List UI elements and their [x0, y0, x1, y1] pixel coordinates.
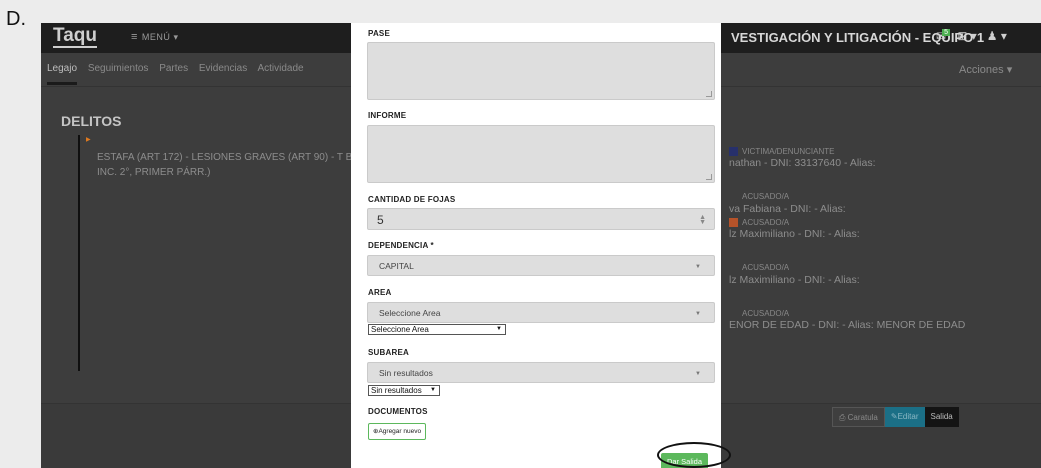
add-document-label: Agregar nuevo: [378, 428, 422, 435]
party-role-text: ACUSADO/A: [742, 308, 790, 318]
timeline-marker-icon: ▶: [86, 137, 91, 143]
caratula-button[interactable]: ⎙ Caratula: [832, 407, 885, 427]
hamburger-icon: ≡: [131, 31, 138, 43]
delito-description: ESTAFA (ART 172) - LESIONES GRAVES (ART …: [97, 152, 365, 178]
party-item: ACUSADO/A lz Maximiliano - DNI: - Alias:: [729, 263, 1029, 286]
dar-salida-modal: PASE INFORME CANTIDAD DE FOJAS 5 ▲ ▼ DEPE…: [351, 23, 721, 468]
role-tag-icon: [729, 147, 738, 157]
area-select[interactable]: Seleccione Area ▼: [367, 302, 715, 323]
area-label: AREA: [368, 288, 392, 297]
menu-label: MENÚ: [141, 32, 171, 42]
actions-label: Acciones: [959, 64, 1004, 76]
party-role-text: ACUSADO/A: [742, 263, 790, 273]
role-tag-icon: [729, 193, 738, 202]
tab-legajo[interactable]: Legajo: [47, 63, 78, 85]
edit-icon: ✎: [890, 412, 898, 421]
actions-dropdown[interactable]: Acciones ▾: [959, 63, 1012, 76]
fojas-label: CANTIDAD DE FOJAS: [368, 195, 456, 204]
top-icons: ✉5 ⊞ ▾ ♟ ▾: [936, 29, 1007, 43]
party-role-text: VICTIMA/DENUNCIANTE: [742, 147, 835, 156]
party-item: ACUSADO/A va Fabiana - DNI: - Alias:: [729, 192, 1029, 215]
party-item: VICTIMA/DENUNCIANTE nathan - DNI: 331376…: [729, 147, 1029, 170]
chevron-down-icon: ▼: [695, 371, 701, 377]
figure-letter: D.: [6, 8, 26, 30]
party-name: lz Maximiliano - DNI: - Alias:: [729, 273, 860, 286]
plus-square-icon[interactable]: ⊞ ▾: [957, 29, 976, 43]
delitos-heading: DELITOS: [61, 113, 122, 129]
notification-badge: 5: [942, 29, 950, 36]
subarea-value: Sin resultados: [379, 368, 433, 378]
fojas-value: 5: [377, 213, 384, 227]
tab-seguimientos[interactable]: Seguimientos: [88, 63, 149, 74]
role-tag-icon: [729, 218, 738, 228]
chevron-down-icon: ▼: [430, 387, 436, 393]
print-icon: ⎙: [839, 413, 846, 422]
tabs: Legajo Seguimientos Partes Evidencias Ac…: [47, 63, 312, 85]
screenshot-stage: D. Taqu ≡ MENÚ ▾ VESTIGACIÓN Y LITIGACIÓN…: [0, 0, 1041, 468]
tab-evidencias[interactable]: Evidencias: [199, 63, 247, 74]
chevron-down-icon: ▼: [695, 264, 701, 270]
informe-textarea[interactable]: [367, 125, 715, 183]
salida-button[interactable]: Salida: [924, 407, 959, 427]
editar-label: Editar: [897, 412, 919, 421]
area-native-value: Seleccione Area: [371, 325, 429, 334]
footer-buttons: ⎙ Caratula ✎Editar Salida: [832, 407, 959, 427]
caratula-label: Caratula: [847, 413, 878, 422]
subarea-native-select[interactable]: Sin resultados ▼: [368, 385, 440, 396]
documentos-label: DOCUMENTOS: [368, 407, 428, 416]
chevron-down-icon: ▼: [695, 311, 701, 317]
dependencia-select[interactable]: CAPITAL ▼: [367, 255, 715, 276]
pase-textarea[interactable]: [367, 42, 715, 100]
menu-button[interactable]: ≡ MENÚ ▾: [131, 31, 178, 43]
app-logo: Taqu: [53, 25, 97, 48]
party-name: va Fabiana - DNI: - Alias:: [729, 202, 846, 215]
chevron-down-icon: ▾: [173, 32, 179, 42]
timeline-line: [78, 135, 80, 371]
dependencia-value: CAPITAL: [379, 261, 414, 271]
subarea-label: SUBAREA: [368, 348, 409, 357]
party-role: ACUSADO/A: [729, 309, 1029, 318]
fojas-input[interactable]: 5 ▲ ▼: [367, 208, 715, 230]
editar-button[interactable]: ✎Editar: [884, 407, 925, 427]
party-item: ACUSADO/A lz Maximiliano - DNI: - Alias:: [729, 218, 1029, 241]
chevron-down-icon: ▾: [1006, 64, 1013, 76]
add-document-button[interactable]: ⊕Agregar nuevo: [368, 423, 427, 440]
subarea-native-value: Sin resultados: [371, 386, 422, 395]
party-role: VICTIMA/DENUNCIANTE: [729, 147, 1029, 157]
party-role: ACUSADO/A: [729, 192, 1029, 201]
tab-partes[interactable]: Partes: [159, 63, 188, 74]
pase-label: PASE: [368, 29, 390, 38]
app-logo-text: Taqu: [53, 25, 97, 48]
role-tag-icon: [729, 309, 738, 318]
informe-label: INFORME: [368, 111, 407, 120]
highlight-ellipse: [657, 442, 731, 468]
party-name: nathan - DNI: 33137640 - Alias:: [729, 157, 876, 170]
dependencia-label: DEPENDENCIA *: [368, 241, 434, 250]
party-name: ENOR DE EDAD - DNI: - Alias: MENOR DE ED…: [729, 318, 966, 331]
party-item: ACUSADO/A ENOR DE EDAD - DNI: - Alias: M…: [729, 309, 1029, 332]
subarea-select[interactable]: Sin resultados ▼: [367, 362, 715, 383]
party-role: ACUSADO/A: [729, 217, 1029, 228]
party-role-text: ACUSADO/A: [742, 192, 790, 202]
spinner-icon[interactable]: ▲ ▼: [699, 214, 706, 226]
area-native-select[interactable]: Seleccione Area ▼: [368, 324, 506, 335]
parties-list: VICTIMA/DENUNCIANTE nathan - DNI: 331376…: [729, 147, 1029, 332]
area-value: Seleccione Area: [379, 308, 441, 318]
party-name: lz Maximiliano - DNI: - Alias:: [729, 228, 860, 241]
role-tag-icon: [729, 264, 738, 273]
user-icon[interactable]: ♟ ▾: [987, 29, 1007, 43]
chevron-down-icon: ▼: [496, 326, 502, 332]
tab-actividades[interactable]: Actividade: [257, 63, 303, 74]
party-role: ACUSADO/A: [729, 263, 1029, 272]
party-role-text: ACUSADO/A: [742, 217, 790, 227]
